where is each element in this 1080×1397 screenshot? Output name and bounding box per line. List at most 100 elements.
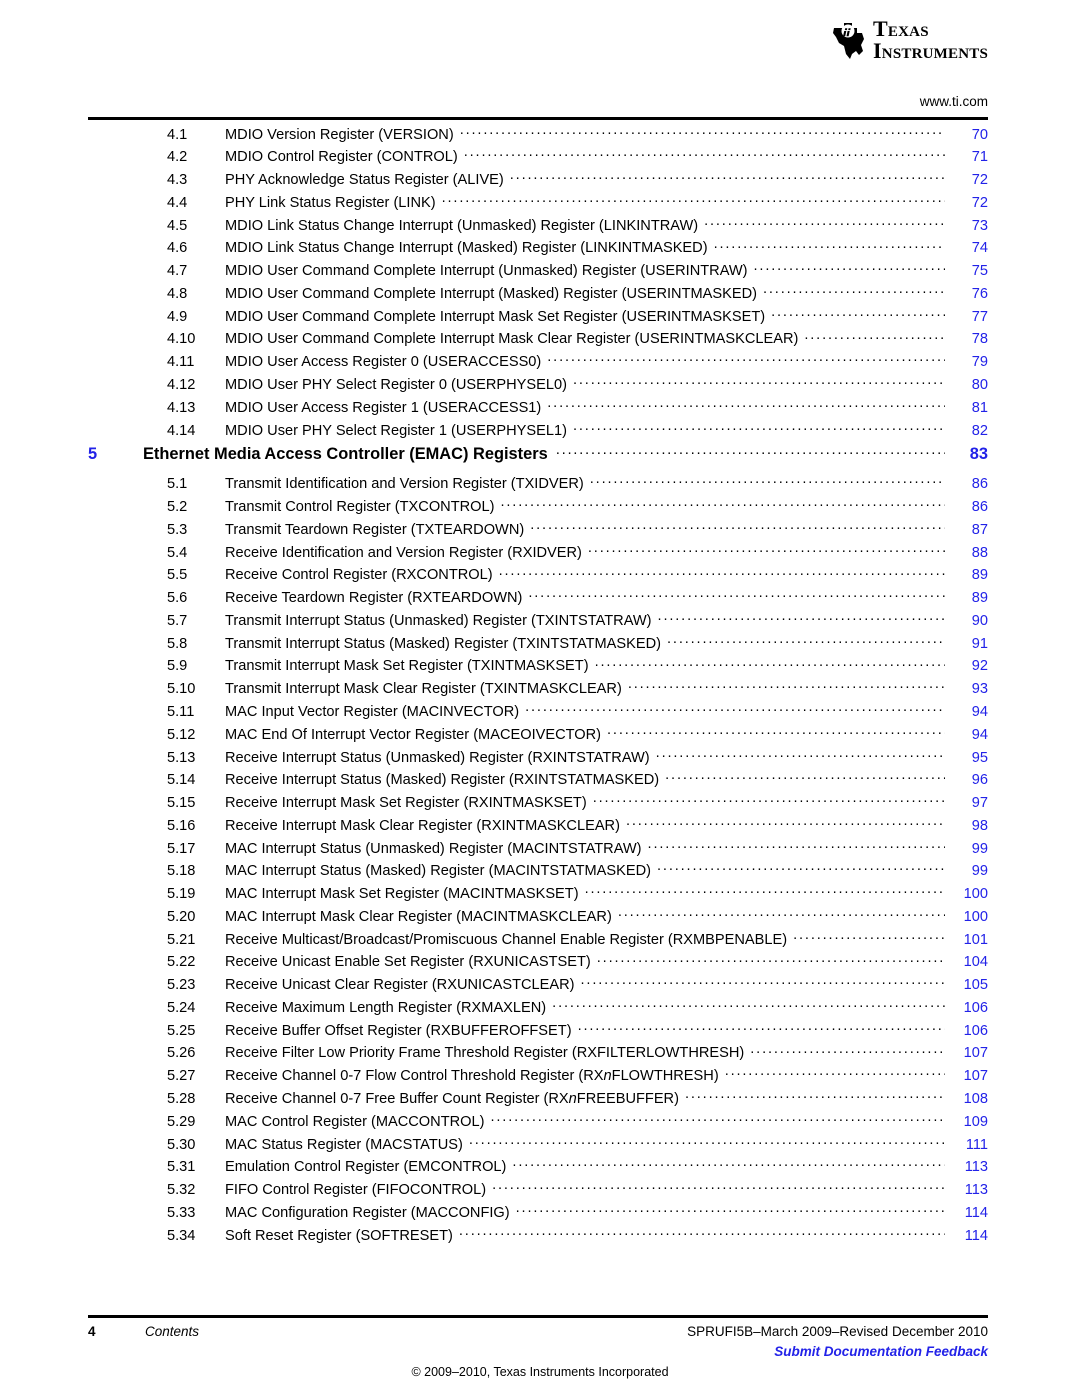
toc-entry-page-number[interactable]: 72 bbox=[945, 195, 988, 211]
toc-entry-row[interactable]: 4.5 MDIO Link Status Change Interrupt (Un… bbox=[0, 215, 1080, 238]
toc-entry-page-number[interactable]: 94 bbox=[945, 704, 988, 720]
toc-entry-row[interactable]: 5.33 MAC Configuration Register (MACCONFI… bbox=[0, 1202, 1080, 1225]
toc-entry-row[interactable]: 5.1 Transmit Identification and Version R… bbox=[0, 474, 1080, 497]
toc-entry-page-number[interactable]: 113 bbox=[945, 1182, 988, 1198]
toc-entry-page-number[interactable]: 71 bbox=[945, 149, 988, 165]
toc-entry-page-number[interactable]: 113 bbox=[945, 1159, 988, 1175]
toc-entry-page-number[interactable]: 104 bbox=[945, 954, 988, 970]
toc-entry-row[interactable]: 4.10 MDIO User Command Complete Interrupt… bbox=[0, 329, 1080, 352]
toc-entry-row[interactable]: 4.9 MDIO User Command Complete Interrupt … bbox=[0, 306, 1080, 329]
toc-entry-row[interactable]: 4.6 MDIO Link Status Change Interrupt (Ma… bbox=[0, 238, 1080, 261]
toc-entry-row[interactable]: 5.22 Receive Unicast Enable Set Register … bbox=[0, 952, 1080, 975]
toc-entry-row[interactable]: 4.2 MDIO Control Register (CONTROL) 71 bbox=[0, 147, 1080, 170]
toc-entry-row[interactable]: 5.2 Transmit Control Register (TXCONTROL)… bbox=[0, 496, 1080, 519]
toc-entry-row[interactable]: 5.16 Receive Interrupt Mask Clear Registe… bbox=[0, 815, 1080, 838]
toc-entry-page-number[interactable]: 96 bbox=[945, 772, 988, 788]
toc-entry-page-number[interactable]: 100 bbox=[945, 909, 988, 925]
toc-entry-row[interactable]: 5.21 Receive Multicast/Broadcast/Promiscu… bbox=[0, 929, 1080, 952]
toc-entry-page-number[interactable]: 93 bbox=[945, 681, 988, 697]
toc-entry-row[interactable]: 5.19 MAC Interrupt Mask Set Register (MAC… bbox=[0, 884, 1080, 907]
toc-entry-page-number[interactable]: 78 bbox=[945, 331, 988, 347]
toc-entry-page-number[interactable]: 99 bbox=[945, 863, 988, 879]
toc-entry-page-number[interactable]: 98 bbox=[945, 818, 988, 834]
toc-entry-row[interactable]: 5.34 Soft Reset Register (SOFTRESET) 114 bbox=[0, 1225, 1080, 1248]
toc-entry-page-number[interactable]: 105 bbox=[945, 977, 988, 993]
toc-entry-page-number[interactable]: 87 bbox=[945, 522, 988, 538]
toc-entry-page-number[interactable]: 70 bbox=[945, 127, 988, 143]
toc-entry-row[interactable]: 5.27 Receive Channel 0-7 Flow Control Thr… bbox=[0, 1066, 1080, 1089]
toc-entry-page-number[interactable]: 99 bbox=[945, 841, 988, 857]
toc-entry-page-number[interactable]: 76 bbox=[945, 286, 988, 302]
submit-documentation-feedback-link[interactable]: Submit Documentation Feedback bbox=[774, 1344, 988, 1359]
toc-entry-page-number[interactable]: 89 bbox=[945, 567, 988, 583]
toc-entry-row[interactable]: 4.1 MDIO Version Register (VERSION) 70 bbox=[0, 124, 1080, 147]
toc-entry-row[interactable]: 5.29 MAC Control Register (MACCONTROL) 109 bbox=[0, 1111, 1080, 1134]
toc-entry-page-number[interactable]: 89 bbox=[945, 590, 988, 606]
toc-entry-page-number[interactable]: 106 bbox=[945, 1000, 988, 1016]
toc-entry-row[interactable]: 4.13 MDIO User Access Register 1 (USERACC… bbox=[0, 397, 1080, 420]
toc-entry-page-number[interactable]: 77 bbox=[945, 309, 988, 325]
toc-entry-row[interactable]: 5.24 Receive Maximum Length Register (RXM… bbox=[0, 997, 1080, 1020]
toc-entry-row[interactable]: 4.14 MDIO User PHY Select Register 1 (USE… bbox=[0, 420, 1080, 443]
toc-entry-page-number[interactable]: 107 bbox=[945, 1045, 988, 1061]
toc-entry-row[interactable]: 5.23 Receive Unicast Clear Register (RXUN… bbox=[0, 975, 1080, 998]
toc-entry-row[interactable]: 5.32 FIFO Control Register (FIFOCONTROL) 1… bbox=[0, 1179, 1080, 1202]
toc-entry-row[interactable]: 5.5 Receive Control Register (RXCONTROL) 8… bbox=[0, 565, 1080, 588]
toc-entry-page-number[interactable]: 79 bbox=[945, 354, 988, 370]
toc-entry-row[interactable]: 4.7 MDIO User Command Complete Interrupt … bbox=[0, 261, 1080, 284]
toc-entry-row[interactable]: 5.31 Emulation Control Register (EMCONTRO… bbox=[0, 1157, 1080, 1180]
toc-entry-page-number[interactable]: 100 bbox=[945, 886, 988, 902]
toc-entry-row[interactable]: 5.13 Receive Interrupt Status (Unmasked) … bbox=[0, 747, 1080, 770]
toc-entry-row[interactable]: 5.11 MAC Input Vector Register (MACINVECT… bbox=[0, 701, 1080, 724]
toc-dot-leader bbox=[725, 1066, 945, 1081]
toc-entry-page-number[interactable]: 109 bbox=[945, 1114, 988, 1130]
toc-entry-row[interactable]: 4.8 MDIO User Command Complete Interrupt … bbox=[0, 283, 1080, 306]
toc-entry-row[interactable]: 5.26 Receive Filter Low Priority Frame Th… bbox=[0, 1043, 1080, 1066]
toc-entry-row[interactable]: 5.17 MAC Interrupt Status (Unmasked) Regi… bbox=[0, 838, 1080, 861]
toc-entry-row[interactable]: 5.25 Receive Buffer Offset Register (RXBU… bbox=[0, 1020, 1080, 1043]
toc-entry-row[interactable]: 5.12 MAC End Of Interrupt Vector Register… bbox=[0, 724, 1080, 747]
toc-entry-row[interactable]: 5.18 MAC Interrupt Status (Masked) Regist… bbox=[0, 861, 1080, 884]
toc-entry-row[interactable]: 5.14 Receive Interrupt Status (Masked) Re… bbox=[0, 770, 1080, 793]
toc-entry-page-number[interactable]: 80 bbox=[945, 377, 988, 393]
toc-entry-row[interactable]: 5.15 Receive Interrupt Mask Set Register … bbox=[0, 792, 1080, 815]
toc-entry-row[interactable]: 4.11 MDIO User Access Register 0 (USERACC… bbox=[0, 352, 1080, 375]
toc-entry-page-number[interactable]: 114 bbox=[945, 1228, 988, 1244]
toc-entry-page-number[interactable]: 114 bbox=[945, 1205, 988, 1221]
toc-entry-page-number[interactable]: 83 bbox=[945, 445, 988, 464]
toc-entry-row[interactable]: 4.4 PHY Link Status Register (LINK) 72 bbox=[0, 192, 1080, 215]
toc-entry-page-number[interactable]: 88 bbox=[945, 545, 988, 561]
toc-entry-row[interactable]: 5.6 Receive Teardown Register (RXTEARDOWN… bbox=[0, 588, 1080, 611]
toc-entry-page-number[interactable]: 106 bbox=[945, 1023, 988, 1039]
toc-entry-row[interactable]: 5.20 MAC Interrupt Mask Clear Register (M… bbox=[0, 906, 1080, 929]
toc-entry-page-number[interactable]: 90 bbox=[945, 613, 988, 629]
toc-entry-page-number[interactable]: 97 bbox=[945, 795, 988, 811]
toc-entry-row[interactable]: 4.3 PHY Acknowledge Status Register (ALIV… bbox=[0, 170, 1080, 193]
toc-entry-page-number[interactable]: 74 bbox=[945, 240, 988, 256]
toc-entry-row[interactable]: 5.8 Transmit Interrupt Status (Masked) Re… bbox=[0, 633, 1080, 656]
toc-entry-page-number[interactable]: 72 bbox=[945, 172, 988, 188]
toc-entry-row[interactable]: 5.7 Transmit Interrupt Status (Unmasked) … bbox=[0, 610, 1080, 633]
toc-entry-page-number[interactable]: 107 bbox=[945, 1068, 988, 1084]
toc-chapter-row[interactable]: 5 Ethernet Media Access Controller (EMAC)… bbox=[0, 443, 1080, 474]
toc-entry-page-number[interactable]: 86 bbox=[945, 499, 988, 515]
toc-entry-page-number[interactable]: 101 bbox=[945, 932, 988, 948]
toc-entry-row[interactable]: 4.12 MDIO User PHY Select Register 0 (USE… bbox=[0, 374, 1080, 397]
toc-entry-row[interactable]: 5.9 Transmit Interrupt Mask Set Register … bbox=[0, 656, 1080, 679]
toc-entry-page-number[interactable]: 81 bbox=[945, 400, 988, 416]
toc-entry-row[interactable]: 5.28 Receive Channel 0-7 Free Buffer Coun… bbox=[0, 1088, 1080, 1111]
toc-entry-row[interactable]: 5.4 Receive Identification and Version Re… bbox=[0, 542, 1080, 565]
toc-entry-page-number[interactable]: 82 bbox=[945, 423, 988, 439]
toc-entry-page-number[interactable]: 95 bbox=[945, 750, 988, 766]
toc-entry-page-number[interactable]: 111 bbox=[945, 1137, 988, 1153]
toc-entry-page-number[interactable]: 108 bbox=[945, 1091, 988, 1107]
toc-entry-row[interactable]: 5.10 Transmit Interrupt Mask Clear Regist… bbox=[0, 679, 1080, 702]
toc-entry-page-number[interactable]: 86 bbox=[945, 476, 988, 492]
toc-entry-page-number[interactable]: 92 bbox=[945, 658, 988, 674]
toc-entry-page-number[interactable]: 94 bbox=[945, 727, 988, 743]
toc-entry-page-number[interactable]: 75 bbox=[945, 263, 988, 279]
toc-entry-row[interactable]: 5.3 Transmit Teardown Register (TXTEARDOW… bbox=[0, 519, 1080, 542]
toc-entry-page-number[interactable]: 91 bbox=[945, 636, 988, 652]
toc-entry-page-number[interactable]: 73 bbox=[945, 218, 988, 234]
toc-entry-row[interactable]: 5.30 MAC Status Register (MACSTATUS) 111 bbox=[0, 1134, 1080, 1157]
